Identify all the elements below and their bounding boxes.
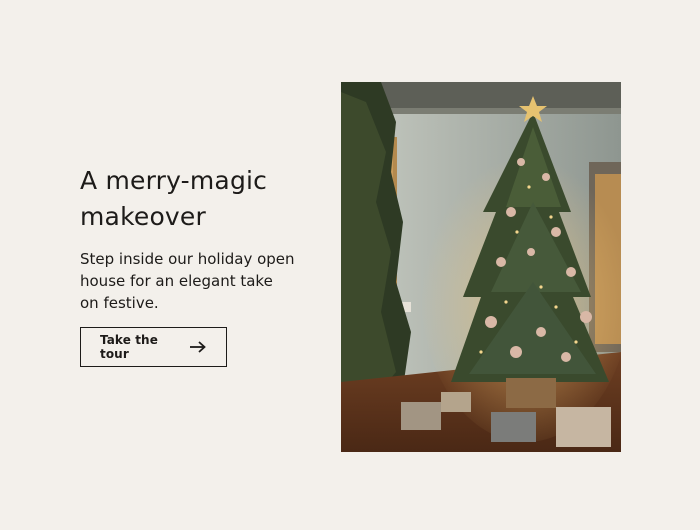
promo-headline: A merry-magic makeover [80, 166, 268, 231]
promo-section: A merry-magic makeover Step inside our h… [0, 0, 700, 530]
promo-description: Step inside our holiday open house for a… [80, 250, 295, 312]
take-the-tour-button[interactable]: Take the tour [80, 327, 227, 367]
arrow-right-icon [189, 341, 206, 353]
cta-label: Take the tour [100, 333, 158, 361]
christmas-tree-photo [341, 82, 621, 452]
